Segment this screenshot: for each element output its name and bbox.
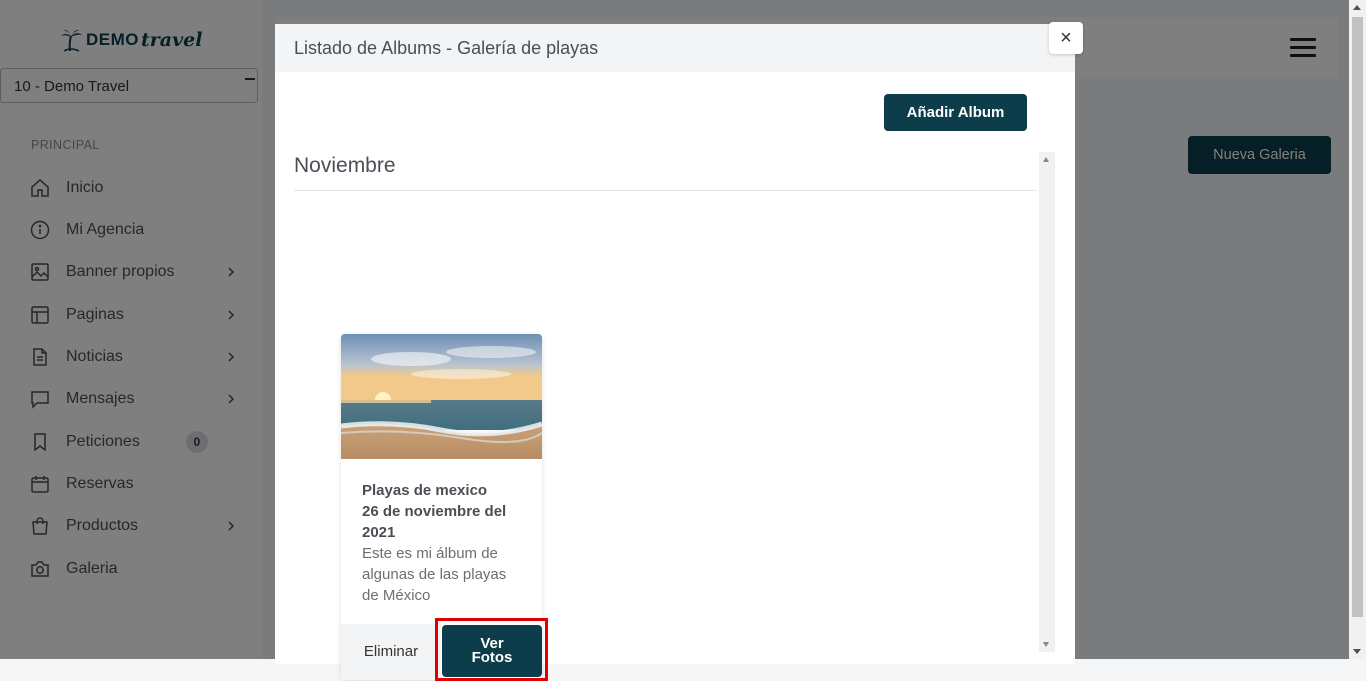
modal-title: Listado de Albums - Galería de playas [294, 38, 599, 58]
delete-album-button[interactable]: Eliminar [341, 624, 441, 680]
scroll-up-arrow-icon[interactable] [1043, 157, 1049, 162]
view-photos-button[interactable]: Ver Fotos [442, 625, 542, 677]
add-album-button[interactable]: Añadir Album [884, 94, 1027, 131]
album-card: Playas de mexico 26 de noviembre del 202… [341, 334, 548, 681]
albums-list: Noviembre Playas de mexico 26 de noviemb… [294, 152, 1037, 681]
scrollbar-thumb[interactable] [1352, 17, 1363, 617]
album-description: Este es mi álbum de algunas de las playa… [362, 545, 507, 604]
scroll-down-arrow-icon[interactable] [1353, 649, 1361, 654]
beach-sunset-image [341, 334, 542, 459]
modal-header: Listado de Albums - Galería de playas [275, 24, 1075, 72]
month-heading: Noviembre [294, 154, 396, 177]
album-cover-image [341, 334, 542, 459]
modal-scrollbar[interactable] [1039, 152, 1055, 652]
albums-modal: Listado de Albums - Galería de playas Añ… [275, 24, 1075, 681]
scroll-down-arrow-icon[interactable] [1043, 642, 1049, 647]
album-card-body: Playas de mexico 26 de noviembre del 202… [362, 480, 527, 606]
album-date: 26 de noviembre del 2021 [362, 503, 507, 541]
close-modal-button[interactable]: × [1049, 22, 1083, 54]
album-title: Playas de mexico [362, 482, 488, 499]
divider [294, 190, 1037, 191]
page-scrollbar[interactable] [1349, 0, 1366, 659]
scroll-up-arrow-icon[interactable] [1353, 5, 1361, 10]
